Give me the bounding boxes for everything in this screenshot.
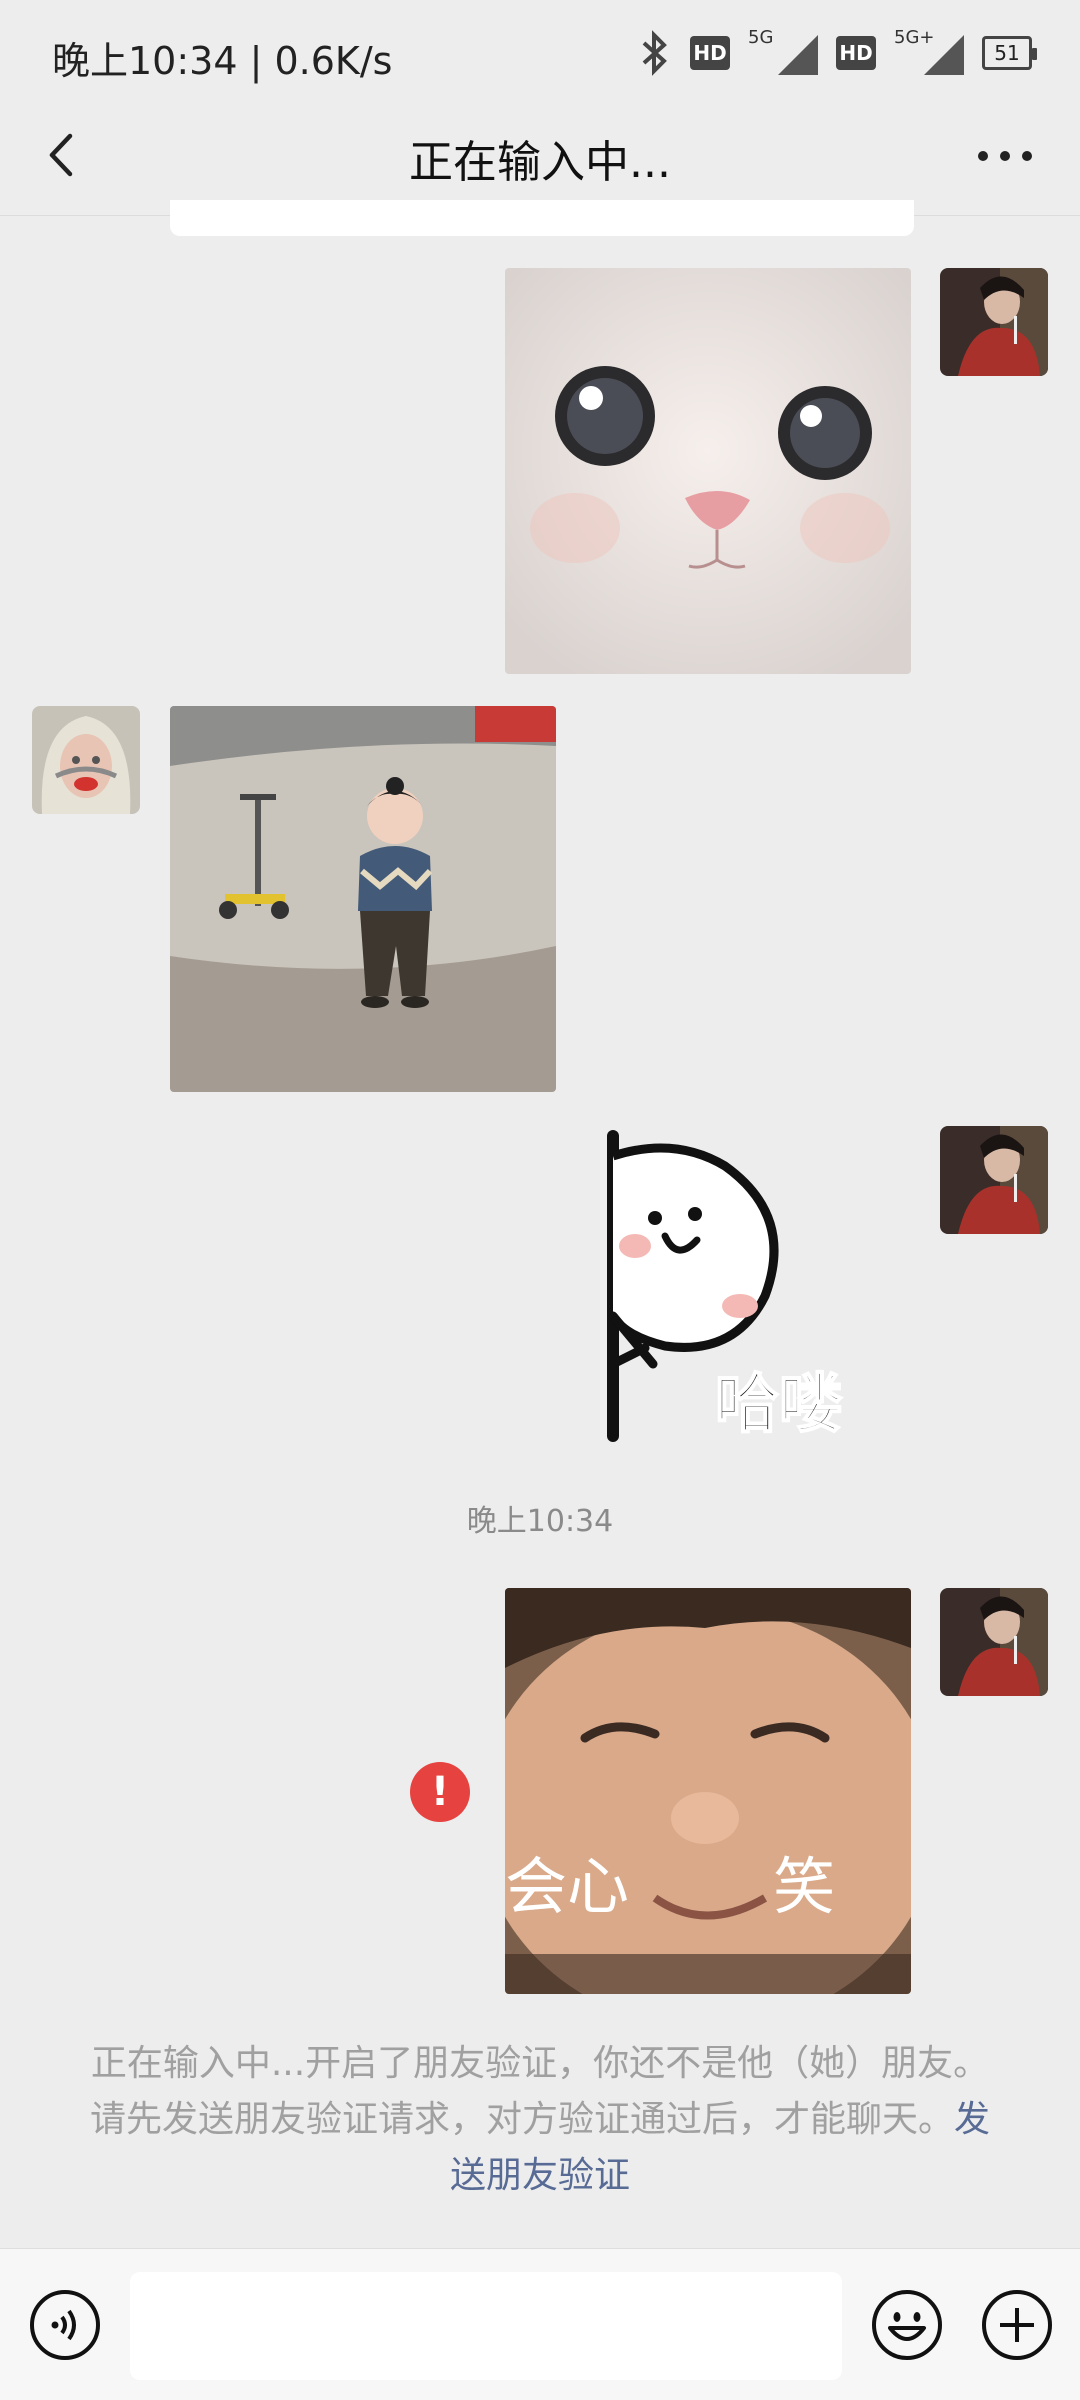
message-input[interactable] <box>130 2272 842 2380</box>
more-icon[interactable] <box>970 128 1040 184</box>
message-timestamp: 晚上10:34 <box>466 1504 614 1539</box>
voice-icon[interactable] <box>28 2288 102 2362</box>
status-icons: HD 5G HD 5G+ 51 <box>638 27 1037 78</box>
sticker-text: 哈喽 <box>715 1368 843 1442</box>
signal-icon: 5G+ <box>894 27 964 75</box>
status-time: 晚上10:34 | 0.6K/s <box>52 39 393 83</box>
notice-text: 正在输入中...开启了朋友验证，你还不是他（她）朋友。请先发送朋友验证请求，对方… <box>89 2043 990 2140</box>
sticker-caption-right: 笑 <box>773 1850 835 1923</box>
hd-badge: HD <box>690 36 730 70</box>
baby-smile-sticker[interactable]: 会心 笑 <box>505 1588 911 1994</box>
previous-message-card[interactable] <box>170 200 914 236</box>
my-avatar[interactable] <box>940 268 1048 376</box>
back-icon[interactable] <box>28 120 98 190</box>
contact-avatar[interactable] <box>32 706 140 814</box>
toddler-walking-sticker[interactable] <box>170 706 556 1092</box>
emoji-icon[interactable] <box>870 2288 944 2362</box>
signal-icon: 5G <box>748 27 818 75</box>
page-title: 正在输入中... <box>409 137 671 188</box>
peeking-face-sticker[interactable]: 哈喽 <box>585 1126 915 1446</box>
my-avatar[interactable] <box>940 1126 1048 1234</box>
sticker-caption-left: 会心 <box>505 1850 629 1923</box>
plus-icon[interactable] <box>980 2288 1054 2362</box>
status-bar: 晚上10:34 | 0.6K/s HD 5G HD 5G+ 51 <box>0 0 1080 100</box>
bluetooth-icon <box>642 30 667 76</box>
battery-icon: 51 <box>982 36 1037 70</box>
friend-verification-notice: 正在输入中...开启了朋友验证，你还不是他（她）朋友。请先发送朋友验证请求，对方… <box>80 2036 1000 2204</box>
send-failed-icon[interactable]: ! <box>410 1762 470 1822</box>
my-avatar[interactable] <box>940 1588 1048 1696</box>
nav-bar: 正在输入中... <box>0 100 1080 216</box>
cat-face-sticker[interactable] <box>505 268 911 674</box>
hd-badge: HD <box>836 36 876 70</box>
